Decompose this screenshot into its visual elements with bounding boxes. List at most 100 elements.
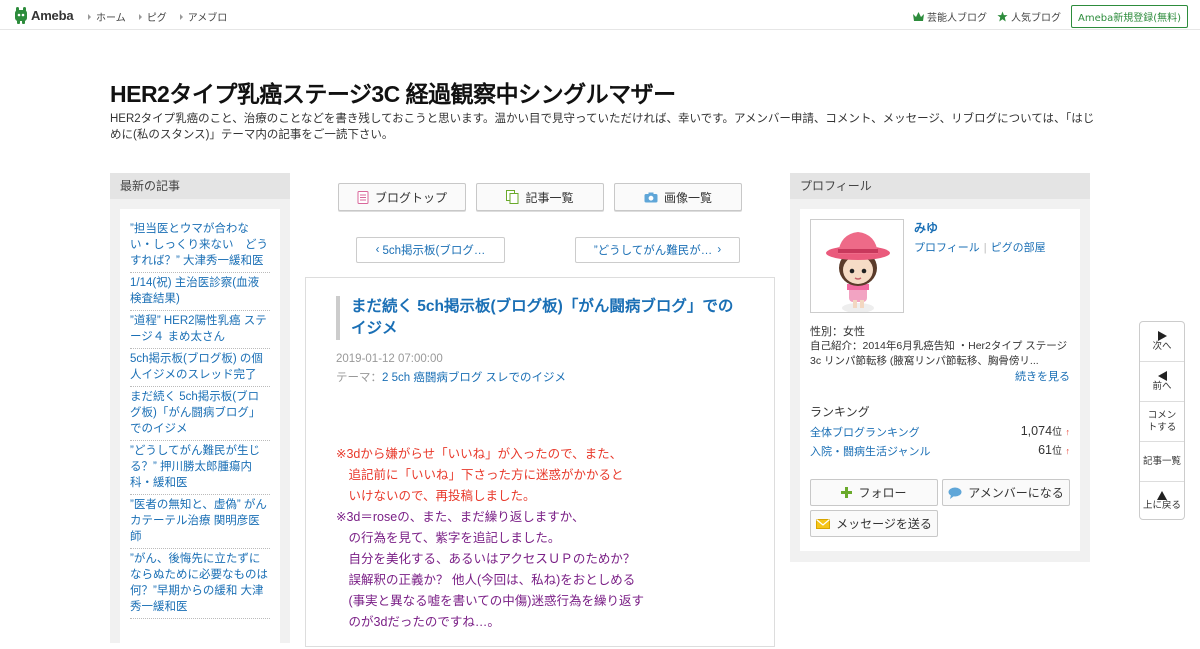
recent-article-item[interactable]: ”道程” HER2陽性乳癌 ステージ４ まめ太さん: [130, 311, 270, 349]
article-list-label: 記事一覧: [525, 190, 574, 205]
article-list-button[interactable]: 記事一覧: [476, 183, 604, 211]
ranking-unit: 位: [1052, 446, 1063, 457]
blog-title[interactable]: HER2タイプ乳癌ステージ3C 経過観察中シングルマザー: [110, 75, 676, 109]
envelope-icon: [816, 518, 831, 529]
send-message-button[interactable]: メッセージを送る: [810, 510, 938, 537]
follow-button[interactable]: フォロー: [810, 479, 938, 506]
ranking-unit: 位: [1052, 427, 1063, 438]
link-separator: |: [983, 242, 987, 254]
article-panel: まだ続く 5ch掲示板(ブログ板)「がん闘病ブログ」でのイジメ 2019-01-…: [305, 277, 775, 647]
profile-panel: プロフィール みゆ プロフィール | ピグの部屋 性別：女性 自己紹介：2014…: [790, 173, 1090, 562]
play-right-icon: [1157, 330, 1167, 341]
triangle-right-icon: [88, 13, 91, 20]
profile-name[interactable]: みゆ: [914, 219, 938, 236]
nav-ameblo-label: アメブロ: [187, 13, 228, 24]
amember-label: アメンバーになる: [968, 486, 1064, 500]
float-comment-label: コメントする: [1147, 409, 1177, 433]
theme-link[interactable]: 2 5ch 癌闘病ブログ スレでのイジメ: [382, 372, 566, 384]
float-article-list-button[interactable]: 記事一覧: [1140, 442, 1184, 482]
article-line: の行為を見て、紫字を追記しました。: [336, 531, 561, 545]
popular-blog-link[interactable]: 人気ブログ: [997, 9, 1061, 24]
profile-link[interactable]: プロフィール: [914, 242, 980, 254]
nav-home[interactable]: ホーム: [88, 9, 126, 24]
celebrity-blog-link[interactable]: 芸能人ブログ: [912, 9, 987, 24]
chevron-right-icon: ›: [717, 244, 722, 256]
recent-article-item[interactable]: ”がん、後悔先に立たずにならぬために必要なものは何？”早期からの緩和 大津秀一緩…: [130, 549, 270, 619]
float-back-to-top-button[interactable]: 上に戻る: [1140, 482, 1184, 520]
recent-article-item[interactable]: 1/14(祝) 主治医診察(血液検査結果): [130, 273, 270, 311]
star-icon: [997, 11, 1008, 22]
ranking-row-overall: 全体ブログランキング 1,074位 ↑: [810, 424, 1070, 440]
chevron-left-icon: ‹: [375, 244, 380, 256]
article-line: 自分を美化する、あるいはアクセスＵＰのためか？: [336, 552, 636, 566]
global-header: Ameba ホーム ピグ アメブロ 芸能人ブログ 人気ブログ Ameba新規登録…: [0, 0, 1200, 30]
global-nav: ホーム ピグ アメブロ: [88, 9, 240, 24]
ameba-logo-text: Ameba: [31, 7, 74, 23]
read-more-link[interactable]: 続きを見る: [1015, 368, 1070, 384]
article-line: 誤解釈の正義か？ 他人(今回は、私ね)をおとしめる: [336, 573, 636, 587]
blog-top-button[interactable]: ブログトップ: [338, 183, 466, 211]
recent-article-item[interactable]: ”担当医とウマが合わない・しっくり来ない どうすれば？” 大津秀一緩和医: [130, 219, 270, 273]
profile-gender: 性別：女性: [810, 326, 865, 338]
float-next-button[interactable]: 次へ: [1140, 322, 1184, 362]
ranking-genre-link[interactable]: 入院・闘病生活ジャンル: [810, 446, 930, 458]
ranking-overall-value: 1,074位 ↑: [1021, 423, 1070, 438]
recent-articles-heading: 最新の記事: [110, 173, 290, 199]
prev-article-button[interactable]: ‹ 5ch掲示板(ブログ…: [356, 237, 505, 263]
float-next-label: 次へ: [1152, 340, 1172, 352]
ranking-value-number: 61: [1038, 443, 1053, 457]
article-title[interactable]: まだ続く 5ch掲示板(ブログ板)「がん闘病ブログ」でのイジメ: [336, 296, 736, 340]
avatar-image: [811, 220, 903, 312]
triangle-right-icon: [179, 13, 183, 20]
avatar[interactable]: [810, 219, 904, 313]
recent-article-item[interactable]: 5ch掲示板(ブログ板) の個人イジメのスレッド完了: [130, 349, 270, 387]
copy-icon: [506, 190, 519, 204]
recent-articles-list: ”担当医とウマが合わない・しっくり来ない どうすれば？” 大津秀一緩和医 1/1…: [120, 209, 280, 649]
nav-ameblo[interactable]: アメブロ: [179, 9, 228, 24]
plus-icon: [841, 487, 853, 498]
blog-top-label: ブログトップ: [374, 190, 447, 205]
send-message-label: メッセージを送る: [836, 517, 932, 531]
celebrity-blog-label: 芸能人ブログ: [926, 13, 987, 24]
blog-description: HER2タイプ乳癌のこと、治療のことなどを書き残しておこうと思います。温かい目で…: [110, 113, 1095, 141]
ranking-overall-link[interactable]: 全体ブログランキング: [810, 427, 920, 439]
play-left-icon: [1157, 370, 1167, 381]
recent-article-item[interactable]: ”どうしてがん難民が生じる？” 押川勝太郎腫瘍内科・緩和医: [130, 441, 270, 495]
next-article-label: ”どうしてがん難民が…: [593, 245, 713, 257]
nav-pigg[interactable]: ピグ: [138, 9, 167, 24]
crown-icon: [912, 12, 924, 21]
pigg-room-link[interactable]: ピグの部屋: [991, 242, 1046, 254]
recent-articles-panel: 最新の記事 ”担当医とウマが合わない・しっくり来ない どうすれば？” 大津秀一緩…: [110, 173, 290, 649]
float-article-list-label: 記事一覧: [1142, 455, 1181, 467]
float-back-to-top-label: 上に戻る: [1142, 499, 1181, 511]
ranking-genre-value: 61位 ↑: [1038, 442, 1070, 457]
theme-prefix: テーマ：: [336, 372, 382, 384]
profile-links: プロフィール | ピグの部屋: [914, 239, 1046, 255]
triangle-up-icon: [1157, 490, 1167, 500]
floating-nav: 次へ 前へ コメントする 記事一覧 上に戻る: [1139, 321, 1185, 520]
recent-article-item[interactable]: ”医者の無知と、虚偽” がんカテーテル治療 関明彦医師: [130, 495, 270, 549]
nav-home-label: ホーム: [96, 13, 126, 24]
popular-blog-label: 人気ブログ: [1010, 13, 1061, 24]
next-article-button[interactable]: ”どうしてがん難民が… ›: [575, 237, 740, 263]
register-button[interactable]: Ameba新規登録(無料): [1070, 5, 1188, 28]
float-prev-button[interactable]: 前へ: [1140, 362, 1184, 402]
document-icon: [357, 190, 369, 204]
follow-label: フォロー: [858, 486, 907, 500]
amember-button[interactable]: アメンバーになる: [942, 479, 1070, 506]
recent-article-item[interactable]: まだ続く 5ch掲示板(ブログ板)「がん闘病ブログ」でのイジメ: [130, 387, 270, 441]
arrow-up-icon: ↑: [1065, 427, 1071, 437]
article-line: (事実と異なる嘘を書いての中傷)迷惑行為を繰り返す: [336, 594, 644, 608]
header-right: 芸能人ブログ 人気ブログ Ameba新規登録(無料): [912, 5, 1188, 28]
speech-bubble-icon: [948, 487, 962, 499]
float-comment-button[interactable]: コメントする: [1140, 402, 1184, 442]
camera-icon: [644, 192, 658, 202]
article-date: 2019-01-12 07:00:00: [336, 353, 443, 365]
nav-pigg-label: ピグ: [146, 13, 167, 24]
arrow-up-icon: ↑: [1065, 446, 1071, 456]
article-line: いけないので、再投稿しました。: [336, 489, 536, 503]
article-body: ※3dから嫌がらせ「いいね」が入ったので、また、 追記前に「いいね」下さった方に…: [336, 444, 766, 633]
ameba-logo[interactable]: Ameba: [14, 6, 74, 24]
ranking-value-number: 1,074: [1020, 424, 1053, 438]
image-list-button[interactable]: 画像一覧: [614, 183, 742, 211]
